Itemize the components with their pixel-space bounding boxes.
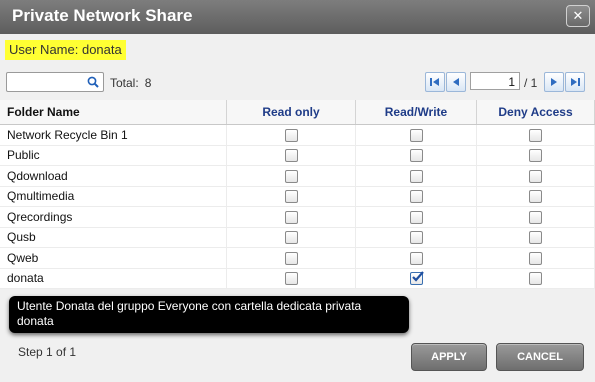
total-label: Total:: [110, 76, 139, 90]
deny-checkbox[interactable]: [529, 128, 542, 142]
table-row: Qusb: [0, 227, 595, 248]
column-read-write[interactable]: Read/Write: [355, 100, 477, 125]
table-row: Qmultimedia: [0, 186, 595, 207]
read-only-checkbox[interactable]: [284, 149, 298, 163]
deny-checkbox[interactable]: [529, 231, 542, 245]
read-only-checkbox[interactable]: [284, 169, 298, 183]
deny-cell: [476, 145, 595, 166]
deny-cell: [476, 206, 595, 228]
deny-cell: [476, 124, 595, 146]
folder-permissions-table: Folder Name Read only Read/Write Deny Ac…: [0, 100, 595, 289]
deny-checkbox[interactable]: [529, 149, 542, 163]
read-write-cell: [355, 227, 477, 248]
prev-page-button[interactable]: [446, 72, 466, 92]
read-write-cell: [355, 247, 477, 269]
read-only-checkbox[interactable]: [284, 251, 298, 265]
read-write-checkbox[interactable]: [409, 210, 423, 224]
last-page-icon: [571, 78, 580, 86]
folder-name-cell: Qusb: [0, 227, 227, 248]
user-name-label: User Name: donata: [5, 40, 126, 60]
dialog-content: User Name: donata Total: 8 1 / 1 Folder N…: [0, 34, 595, 382]
deny-checkbox[interactable]: [529, 210, 542, 224]
read-write-cell: [355, 206, 477, 228]
next-page-icon: [551, 78, 557, 86]
tooltip: Utente Donata del gruppo Everyone con ca…: [9, 296, 409, 333]
folder-name-cell: Qweb: [0, 247, 227, 269]
close-icon: ✕: [572, 8, 584, 23]
read-write-cell: [355, 124, 477, 146]
table-row: Network Recycle Bin 1: [0, 124, 595, 146]
prev-page-icon: [453, 78, 459, 86]
read-write-checkbox[interactable]: [409, 231, 423, 245]
read-only-cell: [226, 268, 356, 289]
folder-name-cell: Qmultimedia: [0, 186, 227, 207]
apply-button[interactable]: APPLY: [411, 343, 487, 371]
first-page-button[interactable]: [425, 72, 445, 92]
deny-checkbox[interactable]: [529, 272, 542, 286]
column-deny-access[interactable]: Deny Access: [476, 100, 595, 125]
first-page-icon: [430, 78, 439, 86]
read-write-cell: [355, 145, 477, 166]
checkmark-icon: [411, 271, 424, 283]
page-number-input[interactable]: 1: [470, 72, 520, 90]
deny-checkbox[interactable]: [529, 190, 542, 204]
read-write-checkbox[interactable]: [409, 190, 423, 204]
total-count: Total: 8: [110, 76, 151, 90]
read-only-cell: [226, 145, 356, 166]
folder-name-cell: Qrecordings: [0, 206, 227, 228]
read-write-checkbox[interactable]: [409, 271, 424, 286]
next-page-button[interactable]: [544, 72, 564, 92]
read-write-cell: [355, 186, 477, 207]
deny-cell: [476, 247, 595, 269]
cancel-button[interactable]: CANCEL: [496, 343, 584, 371]
read-only-checkbox[interactable]: [284, 272, 298, 286]
read-write-checkbox[interactable]: [409, 251, 423, 265]
close-button[interactable]: ✕: [566, 5, 590, 27]
read-only-cell: [226, 165, 356, 187]
title-bar: Private Network Share ✕: [0, 0, 595, 34]
table-row: Qdownload: [0, 165, 595, 187]
total-value: 8: [144, 76, 152, 90]
read-only-cell: [226, 227, 356, 248]
read-write-cell: [355, 165, 477, 187]
read-only-cell: [226, 186, 356, 207]
column-read-only[interactable]: Read only: [226, 100, 356, 125]
last-page-button[interactable]: [565, 72, 585, 92]
dialog-title: Private Network Share: [12, 6, 193, 25]
read-only-checkbox[interactable]: [284, 128, 298, 142]
read-only-checkbox[interactable]: [284, 190, 298, 204]
read-write-checkbox[interactable]: [409, 149, 423, 163]
folder-name-cell: Public: [0, 145, 227, 166]
search-icon[interactable]: [86, 75, 100, 89]
deny-cell: [476, 165, 595, 187]
deny-checkbox[interactable]: [529, 169, 542, 183]
read-write-checkbox[interactable]: [409, 169, 423, 183]
deny-cell: [476, 186, 595, 207]
table-row: Qweb: [0, 247, 595, 269]
folder-name-cell: Qdownload: [0, 165, 227, 187]
table-row: Qrecordings: [0, 206, 595, 228]
read-only-checkbox[interactable]: [284, 210, 298, 224]
read-only-cell: [226, 124, 356, 146]
read-only-cell: [226, 247, 356, 269]
read-write-checkbox[interactable]: [409, 128, 423, 142]
folder-name-cell: donata: [0, 268, 227, 289]
folder-name-cell: Network Recycle Bin 1: [0, 124, 227, 146]
deny-cell: [476, 227, 595, 248]
read-write-cell: [355, 268, 477, 289]
page-total: / 1: [524, 76, 538, 90]
read-only-cell: [226, 206, 356, 228]
table-row: Public: [0, 145, 595, 166]
read-only-checkbox[interactable]: [284, 231, 298, 245]
table-header-row: Folder Name Read only Read/Write Deny Ac…: [0, 100, 595, 125]
deny-checkbox[interactable]: [529, 251, 542, 265]
step-indicator: Step 1 of 1: [18, 345, 77, 359]
deny-cell: [476, 268, 595, 289]
table-row: donata: [0, 268, 595, 289]
search-input[interactable]: [6, 72, 104, 92]
column-folder-name: Folder Name: [0, 100, 227, 125]
